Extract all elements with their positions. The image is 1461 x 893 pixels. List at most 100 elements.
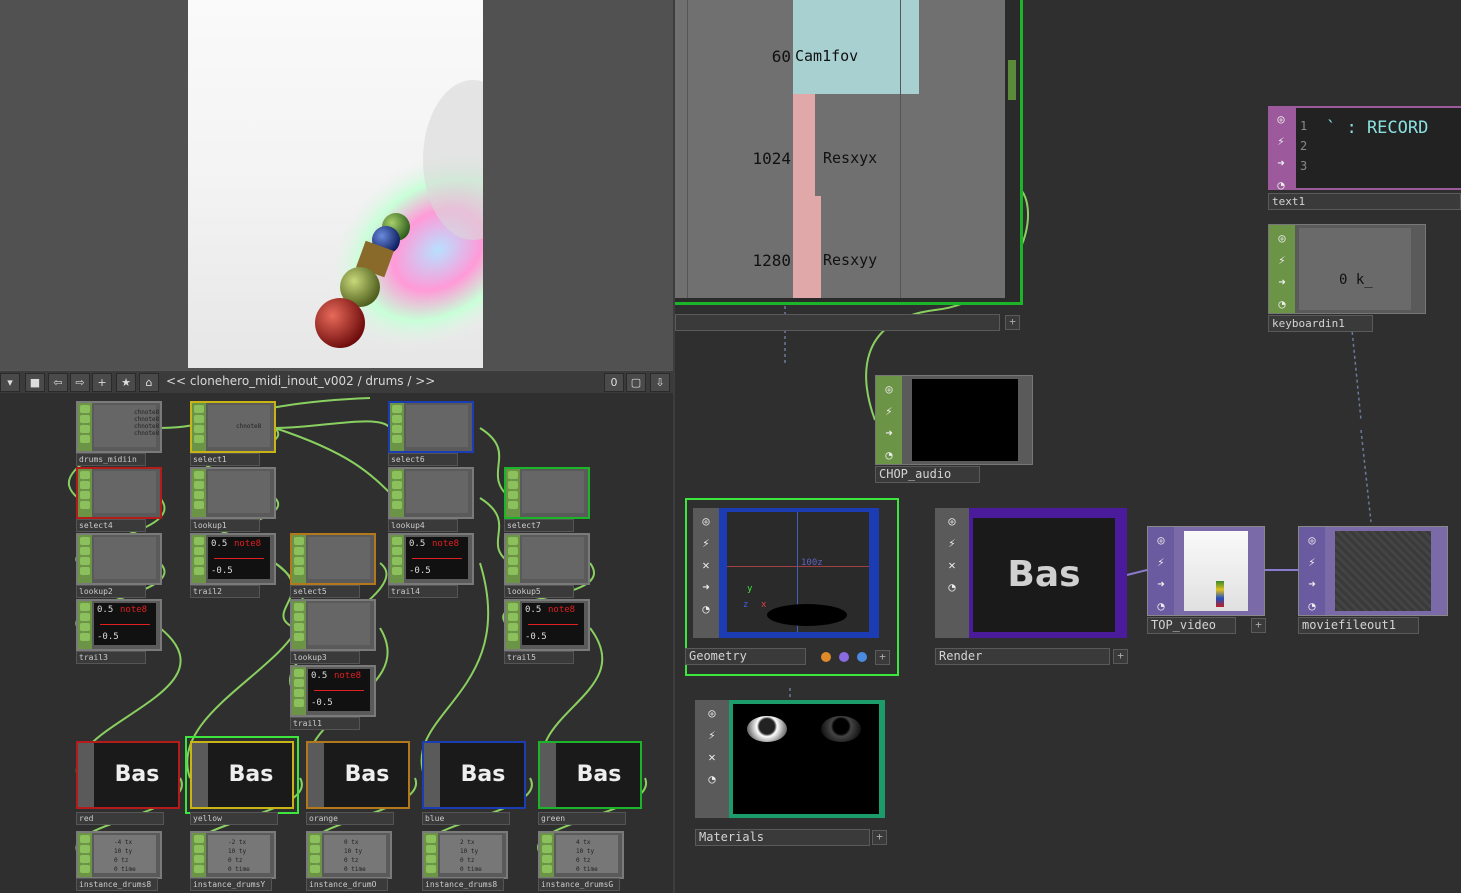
node-label: red bbox=[76, 812, 164, 825]
add-icon[interactable]: + bbox=[92, 373, 112, 392]
menu-dropdown-icon[interactable]: ▾ bbox=[0, 373, 20, 392]
trail-top-value: 0.5 bbox=[97, 605, 114, 615]
comp-node-geometry[interactable]: ◎ ⚡ ✕ ➜ ◔ 100z y x z Geometry + bbox=[685, 498, 899, 676]
network-path-breadcrumb[interactable]: << clonehero_midi_inout_v002 / drums / >… bbox=[166, 374, 435, 388]
chop-node-chop-audio[interactable]: ◎ ⚡ ➜ ◔ bbox=[875, 375, 1033, 465]
time-key: time bbox=[467, 866, 482, 873]
bypass-icon: ⚡ bbox=[1278, 253, 1286, 267]
arrow-icon: ➜ bbox=[702, 580, 710, 594]
bypass-icon: ⚡ bbox=[702, 536, 710, 550]
render-add-icon[interactable]: + bbox=[1113, 649, 1128, 664]
arrow-icon: ➜ bbox=[1277, 156, 1285, 170]
table-label-bar bbox=[675, 314, 1000, 331]
ty-value: 10 bbox=[114, 848, 122, 855]
bas-text: Bas bbox=[326, 743, 408, 807]
pin-icon[interactable]: ⇩ bbox=[650, 373, 670, 392]
lock-icon: ◔ bbox=[1308, 599, 1316, 613]
forward-arrow-icon[interactable]: ⇨ bbox=[70, 373, 90, 392]
close-icon: ✕ bbox=[708, 750, 716, 764]
top-node-top-video[interactable]: ◎ ⚡ ➜ ◔ bbox=[1147, 526, 1265, 616]
stop-icon[interactable]: ■ bbox=[25, 373, 45, 392]
tx-value: 2 bbox=[460, 839, 464, 846]
trail-bottom-value: -0.5 bbox=[97, 632, 119, 642]
top-node-moviefileout1[interactable]: ◎ ⚡ ➜ ◔ bbox=[1298, 526, 1448, 616]
ty-key: ty bbox=[124, 848, 133, 855]
counter-badge: 0 bbox=[604, 373, 624, 392]
back-arrow-icon[interactable]: ⇦ bbox=[48, 373, 68, 392]
node-label: Geometry bbox=[685, 648, 806, 665]
ty-value: 10 bbox=[576, 848, 584, 855]
bypass-icon: ⚡ bbox=[1157, 555, 1165, 569]
trail-bottom-value: -0.5 bbox=[525, 632, 547, 642]
tx-key: tx bbox=[583, 839, 591, 846]
node-label: Render bbox=[935, 648, 1110, 665]
right-network-editor[interactable]: 60 Cam1fov 1024 Resxyx 1280 Resxyy + ◎ ⚡ ➜… bbox=[675, 0, 1461, 893]
node-label: CHOP_audio bbox=[875, 466, 980, 483]
arrow-icon: ➜ bbox=[885, 426, 893, 440]
node-label: trail4 bbox=[388, 585, 458, 598]
bypass-icon: ⚡ bbox=[885, 404, 893, 418]
time-key: time bbox=[583, 866, 598, 873]
time-value: 0 bbox=[460, 866, 464, 873]
star-icon[interactable]: ★ bbox=[116, 373, 136, 392]
node-label: trail1 bbox=[290, 717, 360, 730]
arrow-icon: ➜ bbox=[1157, 577, 1165, 591]
time-value: 0 bbox=[576, 866, 580, 873]
node-label: lookup1 bbox=[190, 519, 260, 532]
node-label: trail5 bbox=[504, 651, 574, 664]
render-viewer[interactable] bbox=[0, 0, 673, 370]
trail-bottom-value: -0.5 bbox=[409, 566, 431, 576]
ty-value: 10 bbox=[460, 848, 468, 855]
trail-top-value: 0.5 bbox=[409, 539, 426, 549]
bas-text: Bas bbox=[96, 743, 178, 807]
materials-add-icon[interactable]: + bbox=[872, 830, 887, 845]
home-icon[interactable]: ⌂ bbox=[139, 373, 159, 392]
tx-value: -4 bbox=[114, 839, 122, 846]
bas-text: Bas bbox=[210, 743, 292, 807]
bypass-icon: ⚡ bbox=[1308, 555, 1316, 569]
table-cell-value: 1280 bbox=[752, 251, 791, 270]
time-value: 0 bbox=[228, 866, 232, 873]
time-value: 0 bbox=[114, 866, 118, 873]
node-label: instance_drums8 bbox=[76, 878, 158, 891]
geometry-add-icon[interactable]: + bbox=[875, 650, 890, 665]
bypass-icon: ⚡ bbox=[708, 728, 716, 742]
ty-key: ty bbox=[354, 848, 363, 855]
arrow-icon: ➜ bbox=[1278, 275, 1286, 289]
table-cell-name: Resxyy bbox=[823, 251, 878, 269]
comp-node-materials[interactable]: ◎ ⚡ ✕ ◔ bbox=[695, 700, 885, 818]
ty-key: ty bbox=[238, 848, 247, 855]
left-network-editor[interactable]: chnote8 chnote8 chnote8 chnote8 drums_midii… bbox=[0, 393, 673, 893]
lock-icon: ◔ bbox=[885, 448, 893, 462]
node-label: orange bbox=[306, 812, 394, 825]
tx-value: 0 bbox=[344, 839, 348, 846]
trail-top-value: 0.5 bbox=[311, 671, 328, 681]
dat-node-text1[interactable]: ◎ ⚡ ➜ ◔ 1 2 3 ` : RECORD bbox=[1268, 106, 1461, 192]
close-icon: ✕ bbox=[948, 558, 956, 572]
trail-top-value: 0.5 bbox=[525, 605, 542, 615]
bypass-icon: ⚡ bbox=[948, 536, 956, 550]
node-label: select4 bbox=[76, 519, 146, 532]
node-label: trail2 bbox=[190, 585, 260, 598]
tx-key: tx bbox=[467, 839, 475, 846]
lock-icon: ◔ bbox=[1157, 599, 1165, 613]
close-icon: ✕ bbox=[702, 558, 710, 572]
top-video-add-icon[interactable]: + bbox=[1251, 618, 1266, 633]
viewer-icon: ◎ bbox=[702, 514, 710, 528]
table-cell-name: Cam1fov bbox=[795, 47, 859, 65]
node-label: yellow bbox=[190, 812, 278, 825]
node-label: blue bbox=[422, 812, 510, 825]
tx-key: tx bbox=[351, 839, 359, 846]
tz-value: 0 bbox=[228, 857, 232, 864]
table-add-icon[interactable]: + bbox=[1005, 315, 1020, 330]
viewer-icon: ◎ bbox=[708, 706, 716, 720]
tz-value: 0 bbox=[344, 857, 348, 864]
table-dat-viewer[interactable]: 60 Cam1fov 1024 Resxyx 1280 Resxyy bbox=[675, 0, 1023, 305]
chop-node-keyboardin1[interactable]: ◎ ⚡ ➜ ◔ 0 k_ bbox=[1268, 224, 1426, 314]
trail-note-label: note8 bbox=[234, 539, 262, 549]
top-node-render[interactable]: ◎ ⚡ ✕ ◔ Bas bbox=[935, 508, 1127, 638]
trail-note-label: note8 bbox=[432, 539, 460, 549]
node-label: lookup5 bbox=[504, 585, 574, 598]
window-icon[interactable]: ▢ bbox=[626, 373, 646, 392]
time-key: time bbox=[121, 866, 136, 873]
